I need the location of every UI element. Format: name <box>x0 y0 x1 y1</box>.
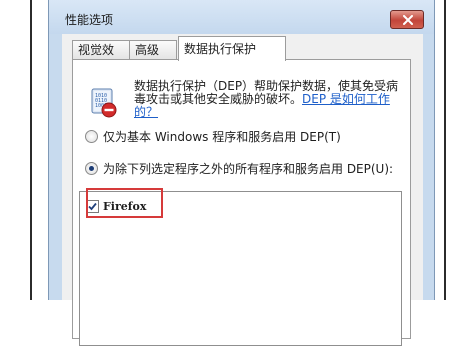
list-item-label: Firefox <box>103 200 147 213</box>
title-bar: 性能选项 <box>49 0 434 34</box>
close-icon <box>403 15 413 25</box>
radio-button-basic[interactable] <box>85 130 98 143</box>
radio-dep-basic[interactable]: 仅为基本 Windows 程序和服务启用 DEP(T) <box>85 128 341 145</box>
dep-exception-list[interactable]: Firefox <box>79 191 402 346</box>
dep-tab-panel: 1010 0110 1001 数据执行保护（DEP）帮助保护数据，使其免受病毒攻… <box>72 59 411 346</box>
dialog-content: 视觉效果 高级 数据执行保护 1010 0110 1001 数据执行保护（DEP… <box>62 34 423 346</box>
firefox-checkbox[interactable] <box>86 200 99 213</box>
close-button[interactable] <box>390 10 424 29</box>
radio-dep-all-except[interactable]: 为除下列选定程序之外的所有程序和服务启用 DEP(U): <box>85 160 393 177</box>
dep-description: 数据执行保护（DEP）帮助保护数据，使其免受病毒攻击或其他安全威胁的破坏。DEP… <box>134 80 404 119</box>
window-title: 性能选项 <box>65 13 114 27</box>
tab-data-execution-prevention[interactable]: 数据执行保护 <box>178 36 286 61</box>
tab-advanced[interactable]: 高级 <box>129 40 177 60</box>
radio-button-all-except[interactable] <box>85 162 98 175</box>
background-divider-right <box>444 0 446 300</box>
list-item[interactable]: Firefox <box>86 200 146 213</box>
radio-label-basic: 仅为基本 Windows 程序和服务启用 DEP(T) <box>103 130 341 144</box>
radio-label-all-except: 为除下列选定程序之外的所有程序和服务启用 DEP(U): <box>103 162 394 176</box>
tab-visual-effects[interactable]: 视觉效果 <box>72 40 130 75</box>
checkmark-icon <box>88 202 97 211</box>
performance-options-dialog: 性能选项 视觉效果 高级 数据执行保护 1010 0110 1001 数 <box>48 0 435 346</box>
background-divider-left <box>30 0 32 300</box>
dep-shield-icon: 1010 0110 1001 <box>91 88 117 118</box>
